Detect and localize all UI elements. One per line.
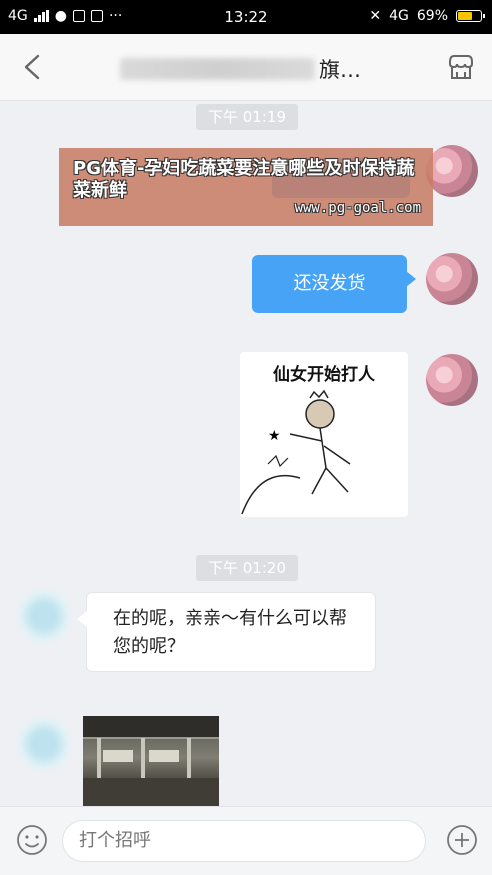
banner-title: PG体育-孕妇吃蔬菜要注意哪些及时保持蔬菜新鲜	[73, 158, 415, 201]
input-bar: 打个招呼	[0, 806, 492, 875]
battery-percent: 69%	[416, 8, 448, 24]
avatar[interactable]	[426, 354, 478, 406]
sticker-figure-icon: ★	[241, 389, 351, 515]
timestamp: 下午 01:19	[196, 104, 298, 130]
plus-icon[interactable]	[446, 824, 478, 856]
warehouse-image-icon	[83, 716, 219, 806]
message-bubble[interactable]: 在的呢，亲亲～有什么可以帮您的呢？	[77, 592, 376, 672]
message-bubble[interactable]: 还没发货	[252, 255, 416, 313]
title-suffix: 旗…	[319, 58, 361, 82]
shop-icon[interactable]	[446, 52, 476, 82]
network-type-right: 4G	[389, 8, 409, 24]
shop-avatar[interactable]	[18, 590, 70, 642]
message-input[interactable]: 打个招呼	[62, 820, 426, 862]
svg-text:★: ★	[268, 428, 281, 444]
promo-banner: PG体育-孕妇吃蔬菜要注意哪些及时保持蔬菜新鲜 www.pg-goal.com	[59, 148, 433, 226]
chevron-left-icon[interactable]	[22, 54, 44, 80]
blurred-shop-name	[120, 58, 315, 80]
status-bar: 4G ● ··· 13:22 ✕ 4G 69%	[0, 0, 492, 34]
timestamp: 下午 01:20	[196, 555, 298, 581]
chat-header: 旗…	[0, 34, 492, 101]
avatar[interactable]	[426, 253, 478, 305]
chat-title: 旗…	[120, 54, 361, 84]
shop-avatar[interactable]	[18, 718, 70, 770]
photo-message[interactable]	[83, 716, 219, 806]
sticker-message[interactable]: 仙女开始打人 ★	[240, 352, 408, 517]
sticker-caption: 仙女开始打人	[273, 365, 375, 385]
banner-url: www.pg-goal.com	[294, 200, 421, 216]
avatar[interactable]	[426, 145, 478, 197]
emoji-icon[interactable]	[16, 824, 48, 856]
battery-icon	[456, 10, 485, 22]
mute-icon: ✕	[369, 8, 382, 24]
